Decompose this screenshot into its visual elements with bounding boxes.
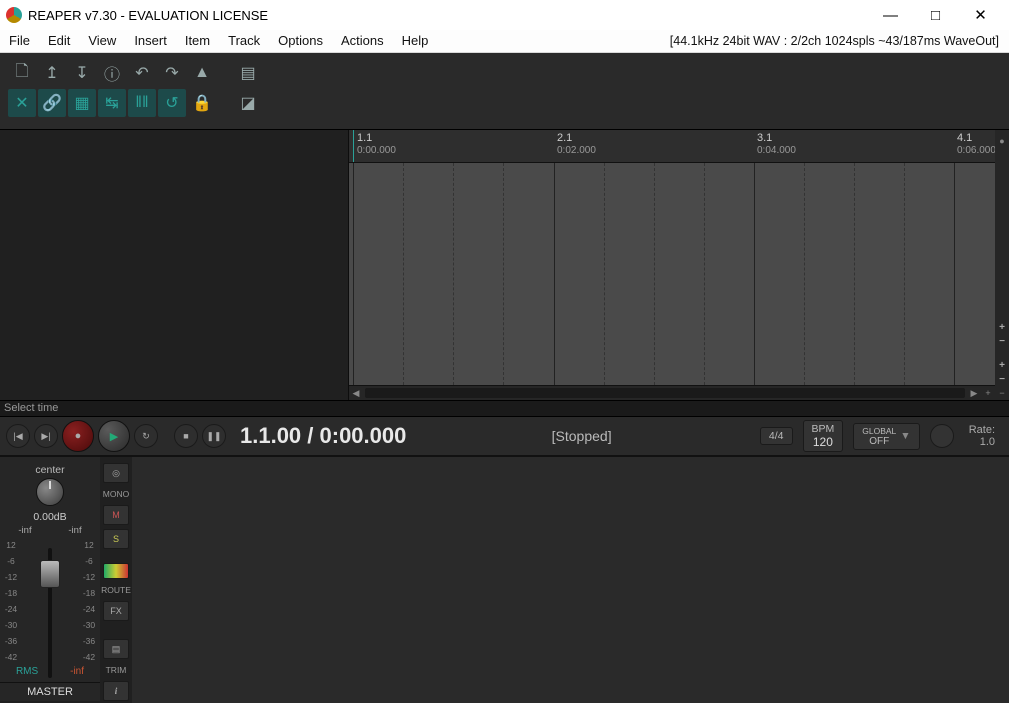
selection-set-button[interactable]: ▤ [234, 59, 262, 87]
master-route-label: ROUTE [104, 583, 128, 597]
ruler-bar-label: 4.1 [957, 132, 972, 144]
scroll-track[interactable] [365, 388, 965, 398]
master-trim-button[interactable]: ▤ [103, 639, 129, 659]
zoom-in-v2-button[interactable]: + [997, 360, 1007, 370]
master-pan-knob[interactable] [36, 478, 64, 506]
project-settings-button[interactable]: ⓘ [98, 59, 126, 87]
zoom-out-v-button[interactable]: − [997, 336, 1007, 346]
new-project-button[interactable]: 🗋 [8, 59, 36, 87]
menu-options[interactable]: Options [269, 30, 332, 52]
master-mono-label: MONO [104, 487, 128, 501]
zoom-out-h-button[interactable]: − [995, 386, 1009, 400]
open-project-button[interactable]: ↥ [38, 59, 66, 87]
transport-time-display[interactable]: 1.1.00 / 0:00.000 [240, 423, 406, 449]
minimize-button[interactable]: ― [868, 0, 913, 30]
lock-button[interactable]: 🔒 [188, 89, 216, 117]
mixer-empty-area[interactable] [132, 457, 1009, 703]
master-fader[interactable] [40, 560, 60, 588]
master-fx-button[interactable]: FX [103, 601, 129, 621]
menu-view[interactable]: View [79, 30, 125, 52]
go-to-end-button[interactable]: ▶| [34, 424, 58, 448]
mixer-panel: center 0.00dB -inf -inf 12 -6 -12 -18 -2… [0, 456, 1009, 703]
master-solo-button[interactable]: S [103, 529, 129, 549]
ruler-time-label: 0:06.000 [957, 145, 996, 156]
item-mix-button[interactable]: ◪ [234, 89, 262, 117]
envelope-move-button[interactable]: ↺ [158, 89, 186, 117]
master-mute-button[interactable]: M [103, 505, 129, 525]
repeat-button[interactable]: ↻ [134, 424, 158, 448]
time-signature-button[interactable]: 4/4 [760, 427, 793, 445]
master-pan-label: center [35, 464, 64, 476]
redo-button[interactable]: ↷ [158, 59, 186, 87]
ruler-bar-label: 3.1 [757, 132, 772, 144]
menu-insert[interactable]: Insert [125, 30, 176, 52]
master-track-name[interactable]: MASTER [0, 682, 100, 701]
transport-bar: |◀ ▶| ● ▶ ↻ ■ ❚❚ 1.1.00 / 0:00.000 [Stop… [0, 417, 1009, 456]
bpm-button[interactable]: BPM 120 [803, 420, 844, 452]
zoom-out-v2-button[interactable]: − [997, 374, 1007, 384]
menu-actions[interactable]: Actions [332, 30, 393, 52]
close-button[interactable]: ✕ [958, 0, 1003, 30]
zoom-in-v-button[interactable]: + [997, 322, 1007, 332]
rate-value[interactable]: 1.0 [969, 436, 995, 448]
meter-scale-right: 12 -6 -12 -18 -24 -30 -36 -42 [82, 540, 96, 666]
menu-item[interactable]: Item [176, 30, 219, 52]
maximize-button[interactable]: □ [913, 0, 958, 30]
pause-button[interactable]: ❚❚ [202, 424, 226, 448]
master-route-button[interactable] [103, 563, 129, 579]
app-logo-icon [6, 7, 22, 23]
transport-status: [Stopped] [552, 428, 612, 444]
playrate-knob[interactable] [930, 424, 954, 448]
scroll-left-button[interactable]: ◀ [349, 386, 363, 400]
master-trim-label: TRIM [104, 663, 128, 677]
menu-track[interactable]: Track [219, 30, 269, 52]
go-to-start-button[interactable]: |◀ [6, 424, 30, 448]
main-toolbar: 🗋 ↥ ↧ ⓘ ↶ ↷ ▲ ✕ 🔗 ▦ ↹ ‖‖ ↺ 🔒 ▤ ◪ [0, 53, 1009, 130]
timeline-ruler[interactable]: 1.1 0:00.000 2.1 0:02.000 3.1 0:04.000 4… [349, 130, 1009, 163]
master-mono-button[interactable]: ◎ [103, 463, 129, 483]
stop-button[interactable]: ■ [174, 424, 198, 448]
ruler-time-label: 0:04.000 [757, 145, 796, 156]
menu-file[interactable]: File [0, 30, 39, 52]
meter-scale-left: 12 -6 -12 -18 -24 -30 -36 -42 [4, 540, 18, 666]
auto-crossfade-button[interactable]: ✕ [8, 89, 36, 117]
undo-button[interactable]: ↶ [128, 59, 156, 87]
menu-help[interactable]: Help [393, 30, 438, 52]
menu-edit[interactable]: Edit [39, 30, 79, 52]
rate-label: Rate: [969, 424, 995, 436]
global-automation-button[interactable]: GLOBAL OFF ▼ [853, 423, 919, 450]
menu-bar: File Edit View Insert Item Track Options… [0, 30, 1009, 53]
play-cursor[interactable] [353, 130, 354, 162]
master-db-readout[interactable]: 0.00dB [0, 511, 100, 523]
track-control-panel[interactable] [0, 130, 349, 400]
scroll-right-button[interactable]: ▶ [967, 386, 981, 400]
audio-device-info[interactable]: [44.1kHz 24bit WAV : 2/2ch 1024spls ~43/… [670, 34, 1009, 48]
marker-nav-icon[interactable]: ● [999, 136, 1004, 146]
ruler-time-label: 0:02.000 [557, 145, 596, 156]
window-title: REAPER v7.30 - EVALUATION LICENSE [28, 8, 868, 23]
snap-button[interactable]: ↹ [98, 89, 126, 117]
master-peak-left: -inf [18, 525, 31, 536]
master-peak-right: -inf [68, 525, 81, 536]
master-info-button[interactable]: i [103, 681, 129, 701]
arrange-grid[interactable] [349, 163, 1009, 385]
ruler-time-label: 0:00.000 [357, 145, 396, 156]
master-rms-label: RMS [16, 666, 38, 682]
ruler-bar-label: 2.1 [557, 132, 572, 144]
master-rms-value: -inf [70, 666, 84, 682]
metronome-button[interactable]: ▲ [188, 59, 216, 87]
arrange-view[interactable]: 1.1 0:00.000 2.1 0:02.000 3.1 0:04.000 4… [349, 130, 1009, 400]
ruler-bar-label: 1.1 [357, 132, 372, 144]
chevron-down-icon: ▼ [900, 430, 910, 442]
ripple-edit-button[interactable]: ‖‖ [128, 89, 156, 117]
grid-lines-button[interactable]: ▦ [68, 89, 96, 117]
play-button[interactable]: ▶ [98, 420, 130, 452]
item-grouping-button[interactable]: 🔗 [38, 89, 66, 117]
zoom-in-h-button[interactable]: + [981, 386, 995, 400]
selection-info[interactable]: Select time [0, 400, 1009, 417]
save-project-button[interactable]: ↧ [68, 59, 96, 87]
horizontal-scrollbar[interactable]: ◀ ▶ + − [349, 385, 1009, 400]
record-button[interactable]: ● [62, 420, 94, 452]
